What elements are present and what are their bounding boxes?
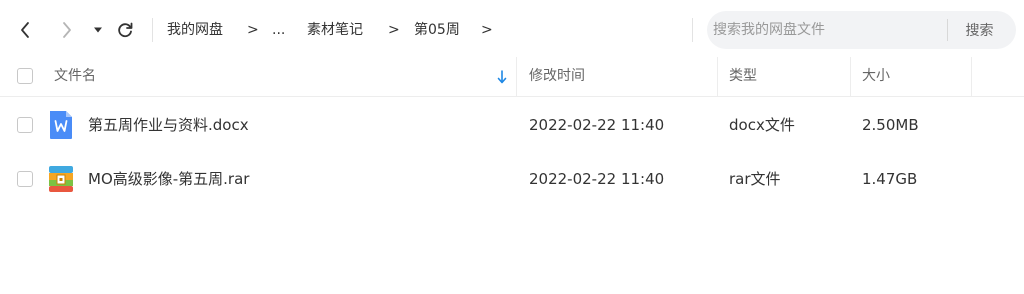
table-row[interactable]: MO高级影像-第五周.rar 2022-02-22 11:40 rar文件 1.…	[0, 152, 1024, 206]
history-dropdown-button[interactable]	[88, 15, 108, 45]
breadcrumb-item-root[interactable]: 我的网盘	[167, 19, 223, 41]
toolbar: 我的网盘 > ... 素材笔记 > 第05周 > 搜索	[0, 0, 1024, 60]
rar-archive-icon	[49, 166, 73, 192]
breadcrumb-item-ellipsis[interactable]: ...	[272, 19, 285, 41]
search-button[interactable]: 搜索	[957, 11, 1002, 49]
word-doc-icon	[50, 111, 72, 139]
search-box: 搜索	[707, 11, 1016, 49]
search-divider	[947, 19, 948, 41]
breadcrumb-item-week05[interactable]: 第05周	[414, 19, 460, 41]
table-row[interactable]: 第五周作业与资料.docx 2022-02-22 11:40 docx文件 2.…	[0, 98, 1024, 152]
breadcrumb-separator: >	[247, 22, 259, 38]
refresh-button[interactable]	[112, 15, 138, 45]
row-checkbox[interactable]	[17, 171, 33, 187]
file-modified-time: 2022-02-22 11:40	[529, 170, 665, 188]
chevron-left-icon	[21, 22, 29, 38]
caret-down-icon	[94, 27, 102, 33]
toolbar-divider	[152, 18, 153, 42]
select-all-checkbox[interactable]	[17, 68, 33, 84]
breadcrumb-separator: >	[481, 22, 493, 38]
file-size: 2.50MB	[862, 116, 919, 134]
arrow-down-icon[interactable]	[497, 70, 507, 84]
breadcrumb-item-material-notes[interactable]: 素材笔记	[307, 19, 363, 41]
toolbar-divider	[692, 18, 693, 42]
row-checkbox[interactable]	[17, 117, 33, 133]
breadcrumb-separator: >	[388, 22, 400, 38]
file-type: rar文件	[729, 170, 781, 188]
file-modified-time: 2022-02-22 11:40	[529, 116, 665, 134]
column-header-type[interactable]: 类型	[729, 57, 757, 96]
chevron-right-icon	[63, 22, 71, 38]
file-type: docx文件	[729, 116, 795, 134]
search-input[interactable]	[707, 11, 947, 49]
back-button[interactable]	[12, 15, 38, 45]
file-name[interactable]: MO高级影像-第五周.rar	[88, 152, 249, 206]
column-header-modified[interactable]: 修改时间	[529, 57, 585, 96]
column-divider[interactable]	[971, 57, 972, 96]
column-header-name[interactable]: 文件名	[54, 57, 96, 96]
table-header: 文件名 修改时间 类型 大小	[0, 57, 1024, 97]
file-name[interactable]: 第五周作业与资料.docx	[88, 98, 249, 152]
column-divider[interactable]	[717, 57, 718, 96]
column-divider[interactable]	[516, 57, 517, 96]
column-header-size[interactable]: 大小	[862, 57, 890, 96]
refresh-icon	[118, 22, 133, 38]
file-size: 1.47GB	[862, 170, 918, 188]
column-divider[interactable]	[850, 57, 851, 96]
forward-button[interactable]	[54, 15, 80, 45]
